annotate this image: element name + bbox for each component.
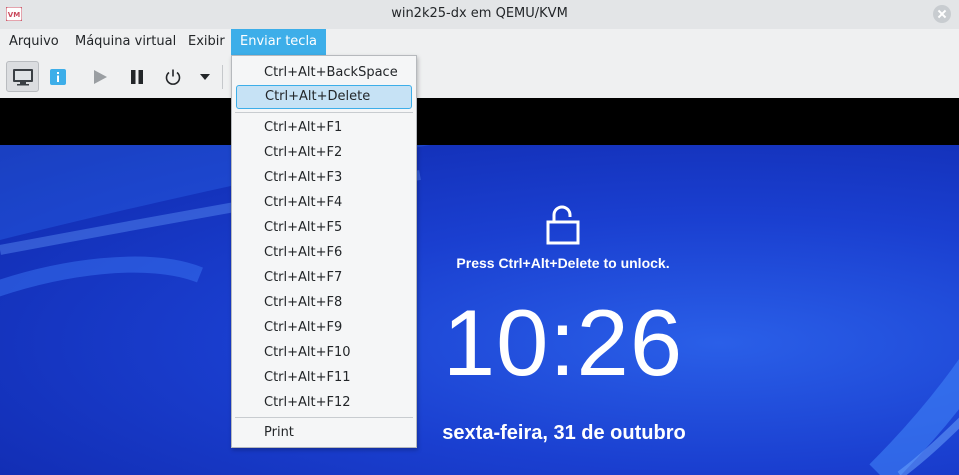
menu-item-ctrl-alt-f6[interactable]: Ctrl+Alt+F6 [236, 241, 412, 265]
menu-item-ctrl-alt-backspace[interactable]: Ctrl+Alt+BackSpace [236, 61, 412, 85]
menu-item-ctrl-alt-delete[interactable]: Ctrl+Alt+Delete [236, 85, 412, 109]
send-key-menu: Ctrl+Alt+BackSpace Ctrl+Alt+Delete Ctrl+… [231, 55, 417, 448]
menu-item-ctrl-alt-f11[interactable]: Ctrl+Alt+F11 [236, 366, 412, 390]
menu-item-ctrl-alt-f1[interactable]: Ctrl+Alt+F1 [236, 116, 412, 140]
close-window-button[interactable] [933, 5, 951, 23]
lock-icon [546, 205, 580, 245]
play-icon [94, 69, 107, 84]
power-icon [165, 69, 181, 85]
details-button[interactable] [46, 61, 70, 92]
pause-button[interactable] [125, 61, 149, 92]
pause-icon [131, 69, 143, 84]
menu-maquina-virtual[interactable]: Máquina virtual [66, 29, 185, 55]
console-icon [12, 68, 33, 85]
clock-time: 10:26 [442, 290, 684, 395]
menu-separator [235, 417, 413, 418]
menu-item-ctrl-alt-f12[interactable]: Ctrl+Alt+F12 [236, 391, 412, 415]
menu-bar: Arquivo Máquina virtual Exibir Enviar te… [0, 29, 959, 55]
menu-enviar-tecla[interactable]: Enviar tecla [231, 29, 327, 55]
menu-item-ctrl-alt-f2[interactable]: Ctrl+Alt+F2 [236, 141, 412, 165]
shutdown-button[interactable] [161, 61, 185, 92]
info-icon [50, 68, 66, 85]
window-title: win2k25-dx em QEMU/KVM [391, 6, 568, 21]
menu-separator [235, 112, 413, 113]
run-button[interactable] [88, 61, 112, 92]
menu-item-ctrl-alt-f4[interactable]: Ctrl+Alt+F4 [236, 191, 412, 215]
menu-exibir[interactable]: Exibir [179, 29, 234, 55]
menu-item-ctrl-alt-f3[interactable]: Ctrl+Alt+F3 [236, 166, 412, 190]
menu-arquivo[interactable]: Arquivo [0, 29, 68, 55]
toolbar [0, 55, 959, 98]
menu-item-ctrl-alt-f5[interactable]: Ctrl+Alt+F5 [236, 216, 412, 240]
menu-item-ctrl-alt-f10[interactable]: Ctrl+Alt+F10 [236, 341, 412, 365]
console-button[interactable] [6, 61, 39, 92]
unlock-hint: Press Ctrl+Alt+Delete to unlock. [456, 255, 670, 271]
toolbar-separator [222, 65, 223, 89]
menu-item-print[interactable]: Print [236, 421, 412, 445]
menu-item-ctrl-alt-f8[interactable]: Ctrl+Alt+F8 [236, 291, 412, 315]
chevron-down-icon [200, 73, 210, 80]
menu-item-ctrl-alt-f9[interactable]: Ctrl+Alt+F9 [236, 316, 412, 340]
menu-item-ctrl-alt-f7[interactable]: Ctrl+Alt+F7 [236, 266, 412, 290]
title-bar: VM win2k25-dx em QEMU/KVM [0, 0, 959, 29]
clock-date: sexta-feira, 31 de outubro [442, 422, 686, 444]
shutdown-menu-button[interactable] [196, 61, 214, 92]
